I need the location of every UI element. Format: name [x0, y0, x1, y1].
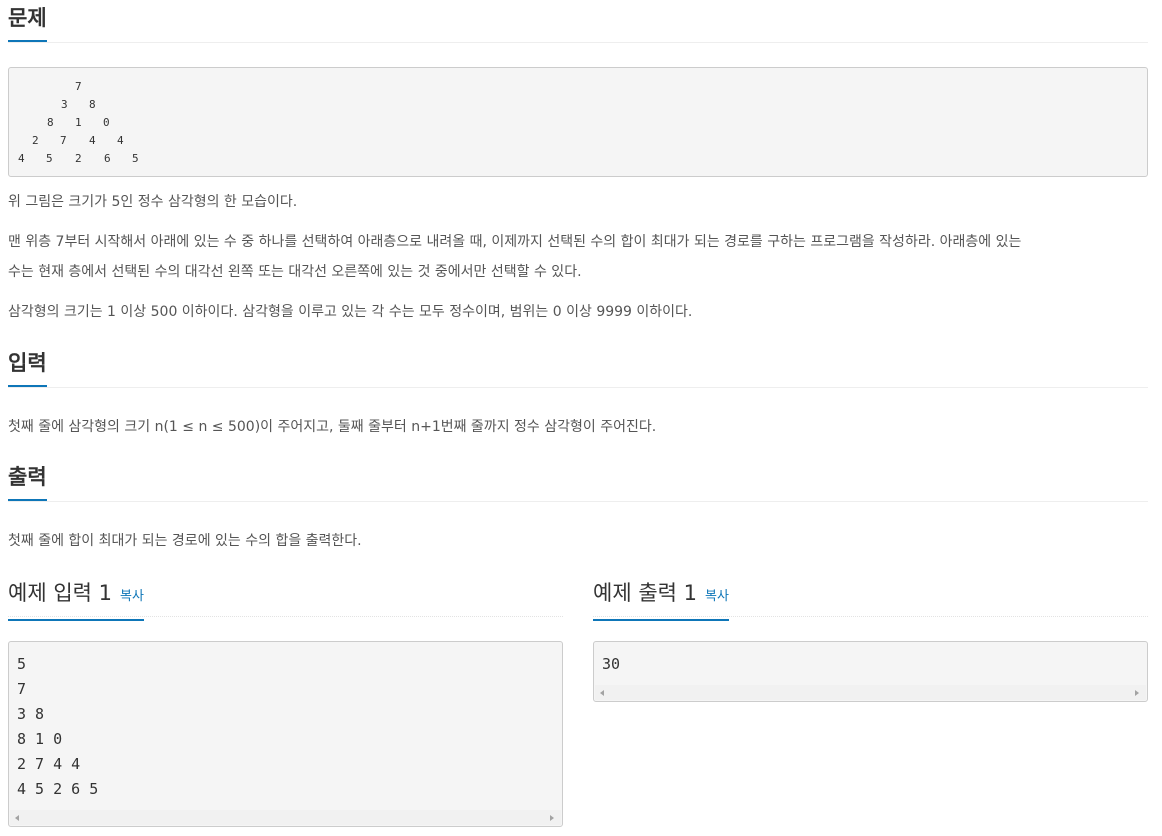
sample-input-scrollbar[interactable]: [10, 810, 561, 825]
sample-output-title-wrap: 예제 출력 1 복사: [593, 572, 729, 621]
copy-input-button[interactable]: 복사: [120, 589, 144, 604]
problem-title: 문제: [8, 0, 47, 42]
sample-input-line: 5: [17, 655, 27, 673]
copy-output-button[interactable]: 복사: [705, 589, 729, 604]
triangle-number: 5: [46, 152, 53, 165]
triangle-number: 7: [60, 134, 67, 147]
triangle-number: 2: [32, 134, 39, 147]
triangle-number: 8: [89, 98, 96, 111]
output-title: 출력: [8, 459, 47, 501]
problem-section-header: 문제: [8, 0, 1148, 43]
triangle-number: 1: [75, 116, 82, 129]
sample-output-title: 예제 출력 1: [593, 581, 697, 605]
problem-paragraph: 맨 위층 7부터 시작해서 아래에 있는 수 중 하나를 선택하여 아래층으로 …: [8, 234, 1022, 250]
sample-output-scrollbar[interactable]: [595, 685, 1146, 700]
scroll-left-icon[interactable]: [15, 815, 19, 821]
triangle-number: 6: [104, 152, 111, 165]
sample-output-header: 예제 출력 1 복사: [593, 572, 1148, 621]
output-description: 첫째 줄에 합이 최대가 되는 경로에 있는 수의 합을 출력한다.: [8, 533, 362, 549]
sample-input-title: 예제 입력 1: [8, 581, 112, 605]
sample-input-line: 8 1 0: [17, 730, 63, 748]
scroll-right-icon[interactable]: [550, 815, 554, 821]
output-section-header: 출력: [8, 459, 1148, 502]
sample-output-panel: 예제 출력 1 복사 30: [593, 572, 1148, 702]
scroll-left-icon[interactable]: [600, 690, 604, 696]
sample-input-line: 4 5 2 6 5: [17, 780, 99, 798]
scroll-right-icon[interactable]: [1135, 690, 1139, 696]
triangle-number: 4: [117, 134, 124, 147]
sample-input-panel: 예제 입력 1 복사 5 7 3 8 8 1 0 2 7 4 4 4 5 2 6 …: [8, 572, 563, 827]
triangle-number: 3: [61, 98, 68, 111]
problem-paragraph: 삼각형의 크기는 1 이상 500 이하이다. 삼각형을 이루고 있는 각 수는…: [8, 304, 693, 320]
input-section-header: 입력: [8, 345, 1148, 388]
sample-input-header: 예제 입력 1 복사: [8, 572, 563, 621]
input-title: 입력: [8, 345, 47, 387]
sample-input-line: 7: [17, 680, 27, 698]
problem-paragraph: 수는 현재 층에서 선택된 수의 대각선 왼쪽 또는 대각선 오른쪽에 있는 것…: [8, 264, 582, 280]
sample-input-line: 2 7 4 4: [17, 755, 81, 773]
triangle-number: 5: [132, 152, 139, 165]
triangle-number: 0: [103, 116, 110, 129]
sample-input-line: 3 8: [17, 705, 45, 723]
triangle-number: 7: [75, 80, 82, 93]
triangle-number: 8: [47, 116, 54, 129]
sample-output-code[interactable]: 30: [593, 641, 1148, 702]
problem-paragraph: 위 그림은 크기가 5인 정수 삼각형의 한 모습이다.: [8, 194, 298, 210]
sample-input-title-wrap: 예제 입력 1 복사: [8, 572, 144, 621]
sample-input-code[interactable]: 5 7 3 8 8 1 0 2 7 4 4 4 5 2 6 5: [8, 641, 563, 827]
input-description: 첫째 줄에 삼각형의 크기 n(1 ≤ n ≤ 500)이 주어지고, 둘째 줄…: [8, 419, 657, 435]
triangle-figure: 7 3 8 8 1 0 2 7 4 4 4 5 2 6 5: [8, 67, 1148, 177]
triangle-number: 4: [18, 152, 25, 165]
problem-description: 위 그림은 크기가 5인 정수 삼각형의 한 모습이다. 맨 위층 7부터 시작…: [8, 187, 1148, 327]
sample-output-line: 30: [602, 655, 621, 673]
triangle-number: 2: [75, 152, 82, 165]
triangle-number: 4: [89, 134, 96, 147]
